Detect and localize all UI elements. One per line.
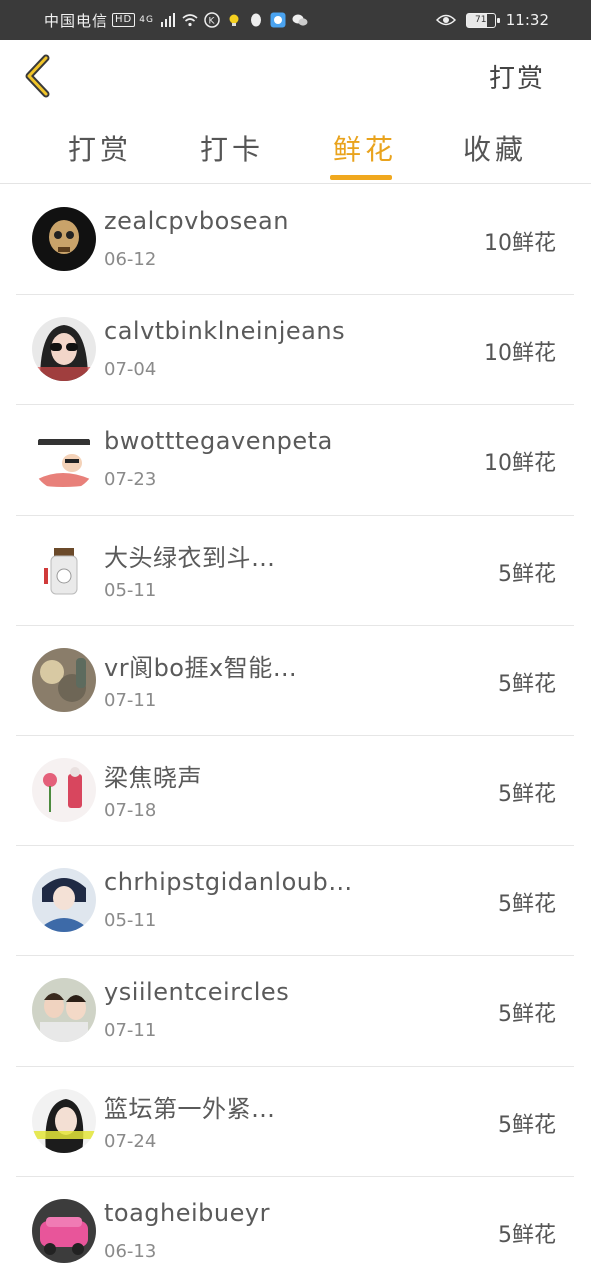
list-item[interactable]: 大头绿衣到斗… 05-11 5鲜花 — [16, 516, 574, 626]
k-app-icon: K — [204, 12, 220, 28]
svg-text:K: K — [209, 17, 216, 27]
eye-icon — [435, 14, 456, 26]
avatar[interactable] — [32, 978, 96, 1043]
reward-action-button[interactable]: 打赏 — [489, 58, 545, 95]
date-label: 06-12 — [104, 249, 157, 270]
flower-amount: 5鲜花 — [498, 671, 556, 697]
user-name: 篮坛第一外紧… — [104, 1094, 276, 1123]
date-label: 05-11 — [104, 579, 157, 601]
list-item[interactable]: 篮坛第一外紧… 07-24 5鲜花 — [16, 1067, 574, 1177]
list-item[interactable]: chrhipstgidanloub… 05-11 5鲜花 — [16, 846, 574, 957]
clock: 11:32 — [505, 11, 549, 29]
flower-amount: 5鲜花 — [498, 1222, 556, 1248]
avatar[interactable] — [32, 427, 96, 492]
header: 打赏 — [0, 40, 591, 112]
avatar[interactable] — [32, 207, 96, 271]
carrier-label: 中国电信 — [44, 11, 109, 30]
chevron-left-icon — [25, 54, 50, 98]
list-item[interactable]: 梁焦晓声 07-18 5鲜花 — [16, 736, 574, 847]
battery-icon: 71 — [465, 12, 500, 28]
wechat-icon — [292, 14, 308, 26]
status-icons: K — [160, 12, 308, 28]
date-label: 07-24 — [104, 1130, 157, 1152]
hd-badge: HD — [112, 13, 136, 27]
avatar[interactable] — [32, 757, 96, 822]
user-name: chrhipstgidanloub… — [104, 868, 353, 897]
flower-amount: 5鲜花 — [498, 561, 556, 587]
date-label: 06-13 — [104, 1240, 157, 1262]
signal-icon — [160, 13, 175, 27]
avatar[interactable] — [32, 537, 96, 602]
user-name: vr阆bo捱x智能… — [104, 653, 298, 682]
tab-favorites[interactable]: 收藏 — [463, 128, 527, 168]
list-item[interactable]: bwotttegavenpeta 07-23 10鲜花 — [16, 405, 574, 516]
user-name: bwotttegavenpeta — [104, 427, 333, 456]
date-label: 07-23 — [104, 469, 157, 491]
avatar[interactable] — [32, 868, 96, 933]
avatar[interactable] — [32, 1088, 96, 1153]
wifi-icon — [182, 14, 198, 27]
flower-amount: 10鲜花 — [484, 231, 556, 256]
browser-app-icon — [270, 12, 286, 28]
flower-amount: 10鲜花 — [484, 451, 556, 477]
status-right: 71 11:32 — [435, 8, 549, 32]
avatar[interactable] — [32, 317, 96, 382]
avatar[interactable] — [32, 1198, 96, 1263]
tab-bar: 打赏 打卡 鲜花 收藏 — [0, 112, 591, 184]
tab-flowers[interactable]: 鲜花 — [333, 128, 397, 168]
flower-amount: 5鲜花 — [498, 1112, 556, 1138]
tab-checkin[interactable]: 打卡 — [200, 128, 264, 168]
status-left: 中国电信 HD 4G K — [44, 8, 308, 32]
date-label: 07-04 — [104, 359, 157, 381]
status-bar: 中国电信 HD 4G K 71 11:32 — [0, 0, 591, 40]
network-label: 4G — [139, 15, 154, 25]
flower-amount: 5鲜花 — [498, 892, 556, 918]
user-name: 大头绿衣到斗… — [104, 543, 276, 572]
user-name: calvtbinklneinjeans — [104, 317, 346, 346]
date-label: 07-18 — [104, 799, 157, 821]
list-item[interactable]: ysiilentceircles 07-11 5鲜花 — [16, 956, 574, 1067]
user-name: ysiilentceircles — [104, 978, 290, 1007]
flower-amount: 10鲜花 — [484, 341, 556, 367]
user-name: zealcpvbosean — [104, 207, 289, 235]
flower-amount: 5鲜花 — [498, 1002, 556, 1028]
qq-icon — [250, 13, 261, 27]
flower-amount: 5鲜花 — [498, 781, 556, 807]
tab-reward[interactable]: 打赏 — [68, 128, 132, 168]
date-label: 07-11 — [104, 689, 157, 711]
bulb-icon — [229, 14, 239, 26]
battery-level: 71 — [475, 15, 487, 25]
date-label: 05-11 — [104, 910, 157, 932]
list-item[interactable]: zealcpvbosean 06-12 10鲜花 — [16, 185, 574, 296]
user-name: toagheibueyr — [104, 1198, 270, 1227]
user-name: 梁焦晓声 — [104, 763, 202, 792]
back-button[interactable] — [20, 54, 60, 98]
active-tab-indicator — [330, 175, 392, 180]
avatar[interactable] — [32, 647, 96, 712]
flower-list: zealcpvbosean 06-12 10鲜花 calvtbinklneinj… — [16, 185, 574, 1280]
list-item[interactable]: toagheibueyr 06-13 5鲜花 — [16, 1177, 574, 1280]
list-item[interactable]: vr阆bo捱x智能… 07-11 5鲜花 — [16, 626, 574, 736]
date-label: 07-11 — [104, 1020, 157, 1042]
list-item[interactable]: calvtbinklneinjeans 07-04 10鲜花 — [16, 295, 574, 406]
